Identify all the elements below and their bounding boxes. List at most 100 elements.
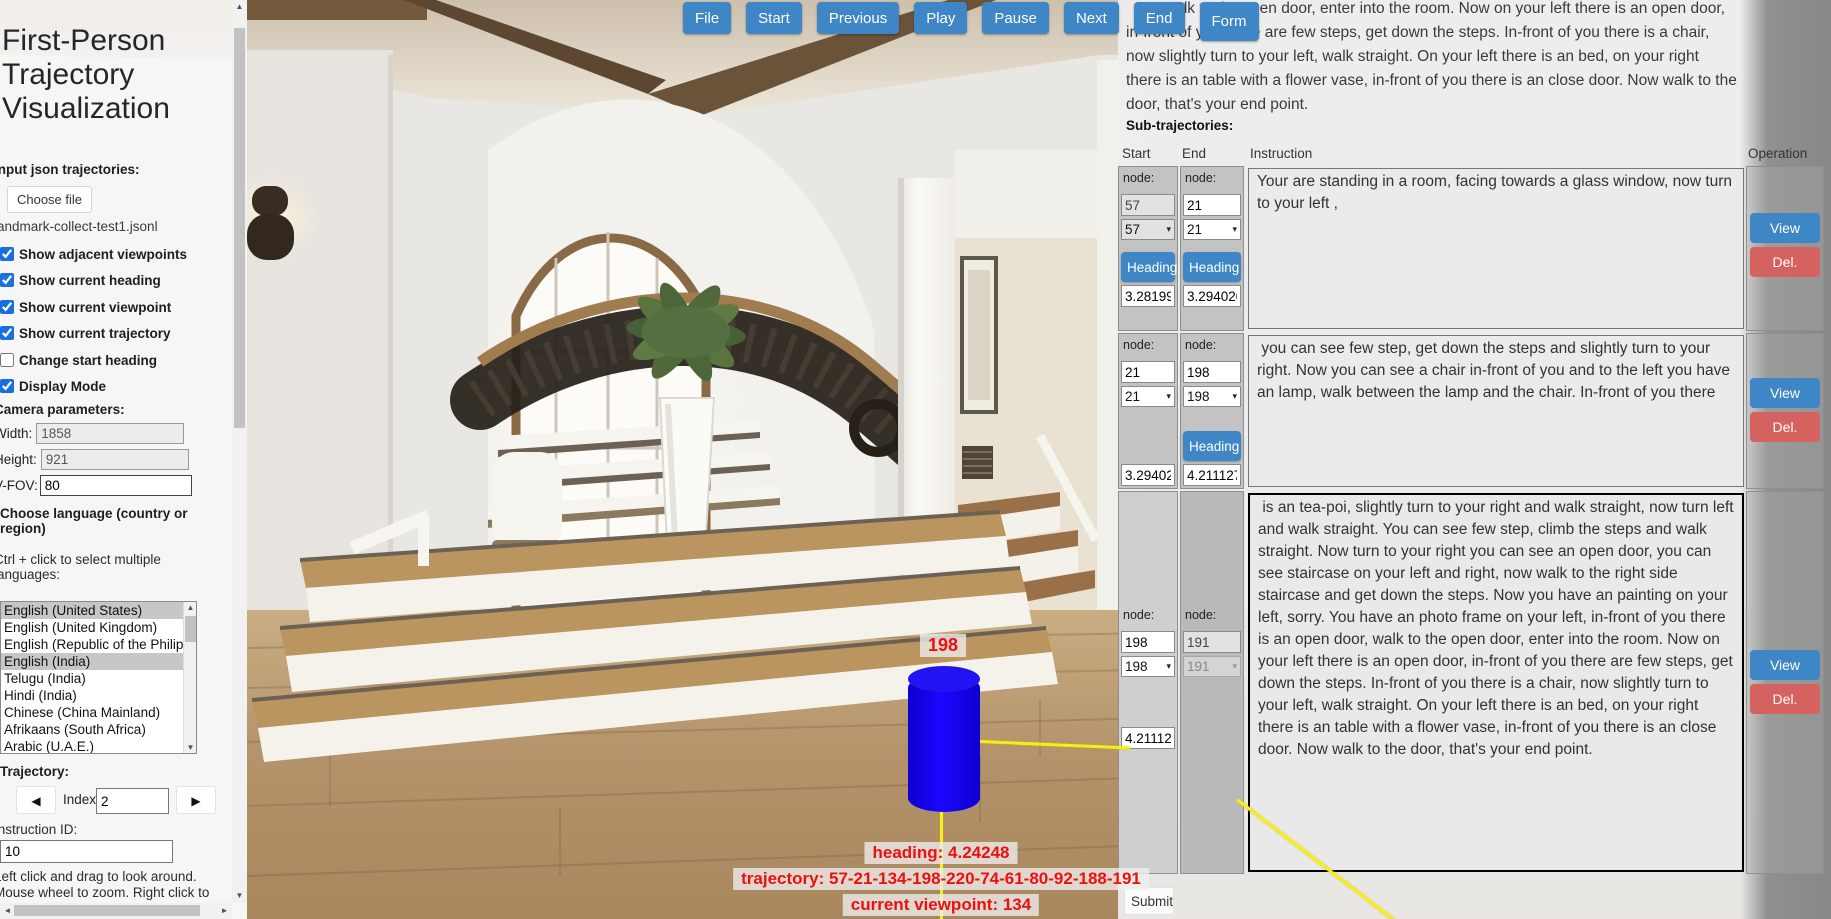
row1-start-node-field[interactable] xyxy=(1121,194,1175,216)
column-header-end: End xyxy=(1182,146,1206,161)
row1-view-button[interactable]: View xyxy=(1750,213,1820,243)
camera-height-row: Height: xyxy=(0,449,189,470)
row1-end-heading-button[interactable]: Heading xyxy=(1183,252,1241,282)
row1-end-node-select[interactable]: 21▾ xyxy=(1183,219,1241,240)
play-button[interactable]: Play xyxy=(914,2,967,34)
file-button[interactable]: File xyxy=(683,2,731,34)
row2-delete-button[interactable]: Del. xyxy=(1750,412,1820,442)
row1-end-node-field[interactable] xyxy=(1183,194,1241,216)
select-value: 21 xyxy=(1125,389,1140,404)
node-label: node: xyxy=(1183,336,1241,361)
scroll-up-icon[interactable]: ▲ xyxy=(184,603,197,612)
next-button[interactable]: Next xyxy=(1064,2,1119,34)
scrollbar-thumb[interactable] xyxy=(185,616,196,642)
row1-end-cell: node: 21▾ Heading xyxy=(1180,166,1244,331)
node-label: node: xyxy=(1183,606,1241,631)
prev-trajectory-button[interactable]: ◀ xyxy=(16,786,56,814)
start-button[interactable]: Start xyxy=(746,2,802,34)
pause-button[interactable]: Pause xyxy=(982,2,1049,34)
row2-instruction-textarea[interactable]: you can see few step, get down the steps… xyxy=(1248,335,1744,487)
row1-start-heading-button[interactable]: Heading xyxy=(1121,252,1175,282)
language-option[interactable]: Chinese (China Mainland) xyxy=(1,704,196,721)
row1-start-node-select[interactable]: 57▾ xyxy=(1121,219,1175,240)
listbox-scrollbar[interactable]: ▲ ▼ xyxy=(183,602,196,753)
row2-start-cell: node: 21▾ xyxy=(1118,333,1178,489)
sidebar-vertical-scrollbar[interactable]: ▲ ▼ xyxy=(232,0,247,903)
language-option[interactable]: Telugu (India) xyxy=(1,670,196,687)
language-option[interactable]: English (Republic of the Philippines) xyxy=(1,636,196,653)
language-option[interactable]: Arabic (U.A.E.) xyxy=(1,738,196,754)
width-field[interactable] xyxy=(36,423,184,444)
row2-end-heading-field[interactable] xyxy=(1183,464,1241,486)
previous-button[interactable]: Previous xyxy=(817,2,899,34)
checkbox-icon[interactable] xyxy=(0,379,14,393)
checkbox-icon[interactable] xyxy=(0,273,14,287)
scroll-up-icon[interactable]: ▲ xyxy=(232,0,247,14)
height-field[interactable] xyxy=(41,449,189,470)
row2-start-node-field[interactable] xyxy=(1121,361,1175,383)
row3-delete-button[interactable]: Del. xyxy=(1750,684,1820,714)
language-option[interactable]: English (India) xyxy=(1,653,196,670)
row1-instruction-textarea[interactable]: Your are standing in a room, facing towa… xyxy=(1248,168,1744,329)
checkbox-icon[interactable] xyxy=(0,300,14,314)
toolbar: File Start Previous Play Pause Next End … xyxy=(683,2,1259,41)
row3-start-node-select[interactable]: 198▾ xyxy=(1121,656,1175,677)
row3-end-node-field[interactable] xyxy=(1183,631,1241,653)
checkbox-icon[interactable] xyxy=(0,326,14,340)
language-option[interactable]: English (United Kingdom) xyxy=(1,619,196,636)
row3-start-node-field[interactable] xyxy=(1121,631,1175,653)
node-label: node: xyxy=(1121,606,1175,631)
submit-button[interactable]: Submit xyxy=(1124,887,1174,915)
checkbox-icon[interactable] xyxy=(0,247,14,261)
scroll-down-icon[interactable]: ▼ xyxy=(184,743,197,752)
row2-view-button[interactable]: View xyxy=(1750,378,1820,408)
row2-end-node-field[interactable] xyxy=(1183,361,1241,383)
row3-end-node-select[interactable]: 191▾ xyxy=(1183,656,1241,677)
row3-view-button[interactable]: View xyxy=(1750,650,1820,680)
checkbox-show-current-viewpoint[interactable]: Show current viewpoint xyxy=(0,298,171,316)
checkbox-display-mode[interactable]: Display Mode xyxy=(0,377,106,395)
checkbox-label: Show adjacent viewpoints xyxy=(19,247,187,262)
row1-end-heading-field[interactable] xyxy=(1183,285,1241,307)
row3-start-heading-field[interactable] xyxy=(1121,727,1175,749)
checkbox-icon[interactable] xyxy=(0,353,14,367)
row2-start-node-select[interactable]: 21 ▾ xyxy=(1121,386,1175,407)
vfov-field[interactable] xyxy=(40,475,192,496)
row2-end-node-select[interactable]: 198▾ xyxy=(1183,386,1241,407)
help-text-line1: Left click and drag to look around. xyxy=(0,869,197,884)
language-option[interactable]: Hindi (India) xyxy=(1,687,196,704)
trajectory-index-field[interactable] xyxy=(96,788,169,814)
language-heading: Choose language (country or region) xyxy=(0,506,205,536)
checkbox-label: Show current viewpoint xyxy=(19,300,171,315)
row2-end-heading-button[interactable]: Heading xyxy=(1183,431,1241,461)
row3-instruction-textarea[interactable]: is an tea-poi, slightly turn to your rig… xyxy=(1248,493,1744,872)
scrollbar-thumb[interactable] xyxy=(234,28,245,428)
choose-file-button[interactable]: Choose file xyxy=(7,186,92,213)
row3-operation-cell: View Del. xyxy=(1746,491,1824,874)
checkbox-label: Show current trajectory xyxy=(19,326,171,341)
checkbox-show-current-trajectory[interactable]: Show current trajectory xyxy=(0,324,171,342)
instruction-id-field[interactable] xyxy=(0,840,173,863)
language-option[interactable]: Afrikaans (South Africa) xyxy=(1,721,196,738)
form-button[interactable]: Form xyxy=(1200,2,1259,41)
end-button[interactable]: End xyxy=(1134,2,1185,34)
node-label: node: xyxy=(1183,169,1241,194)
language-option[interactable]: English (United States) xyxy=(1,602,196,619)
input-json-label: Input json trajectories: xyxy=(0,162,140,177)
scroll-left-icon[interactable]: ◄ xyxy=(0,903,15,919)
scroll-down-icon[interactable]: ▼ xyxy=(232,889,247,903)
scrollbar-thumb[interactable] xyxy=(14,905,200,916)
right-arrow-icon: ▶ xyxy=(191,794,200,808)
checkbox-show-adjacent-viewpoints[interactable]: Show adjacent viewpoints xyxy=(0,245,187,263)
row1-start-heading-field[interactable] xyxy=(1121,285,1175,307)
row2-start-heading-field[interactable] xyxy=(1121,464,1175,486)
checkbox-change-start-heading[interactable]: Change start heading xyxy=(0,351,157,369)
scroll-right-icon[interactable]: ► xyxy=(217,903,232,919)
next-trajectory-button[interactable]: ▶ xyxy=(176,786,216,814)
language-listbox[interactable]: English (United States) English (United … xyxy=(0,601,197,754)
sidebar-horizontal-scrollbar[interactable]: ◄ ► xyxy=(0,903,232,919)
row1-delete-button[interactable]: Del. xyxy=(1750,247,1820,277)
checkbox-show-current-heading[interactable]: Show current heading xyxy=(0,271,161,289)
chevron-down-icon: ▾ xyxy=(1166,391,1171,402)
chevron-down-icon: ▾ xyxy=(1166,661,1171,672)
